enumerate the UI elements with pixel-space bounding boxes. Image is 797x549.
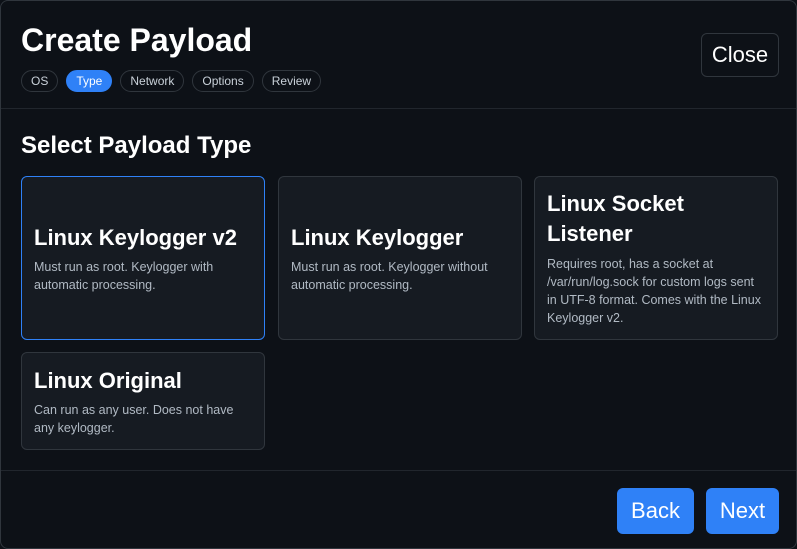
card-description: Must run as root. Keylogger without auto… — [291, 260, 488, 292]
card-title: Linux Socket Listener — [547, 191, 684, 246]
payload-card-linux-original[interactable]: Linux Original Can run as any user. Does… — [21, 352, 265, 450]
dialog-header: Create Payload OS Type Network Options R… — [1, 1, 796, 109]
card-title: Linux Original — [34, 368, 182, 393]
card-title: Linux Keylogger — [291, 225, 464, 250]
step-os[interactable]: OS — [21, 70, 59, 92]
section-title: Select Payload Type — [21, 132, 252, 159]
card-description: Can run as any user. Does not have any k… — [34, 403, 234, 435]
payload-card-linux-keylogger-v2[interactable]: Linux Keylogger v2 Must run as root. Key… — [21, 176, 265, 340]
step-network[interactable]: Network — [120, 70, 185, 92]
step-indicator: OS Type Network Options Review — [21, 70, 322, 92]
card-title: Linux Keylogger v2 — [34, 225, 237, 250]
card-description: Must run as root. Keylogger with automat… — [34, 260, 214, 292]
back-button[interactable]: Back — [617, 488, 694, 534]
close-button[interactable]: Close — [701, 33, 779, 77]
payload-card-linux-keylogger[interactable]: Linux Keylogger Must run as root. Keylog… — [278, 176, 522, 340]
next-button[interactable]: Next — [706, 488, 779, 534]
payload-card-linux-socket-listener[interactable]: Linux Socket Listener Requires root, has… — [534, 176, 778, 340]
dialog-title: Create Payload — [21, 22, 253, 58]
create-payload-dialog: Create Payload OS Type Network Options R… — [0, 0, 797, 549]
card-description: Requires root, has a socket at /var/run/… — [547, 257, 761, 325]
dialog-footer: Back Next — [1, 470, 796, 548]
step-type[interactable]: Type — [66, 70, 113, 92]
step-options[interactable]: Options — [192, 70, 254, 92]
step-review[interactable]: Review — [261, 70, 322, 92]
